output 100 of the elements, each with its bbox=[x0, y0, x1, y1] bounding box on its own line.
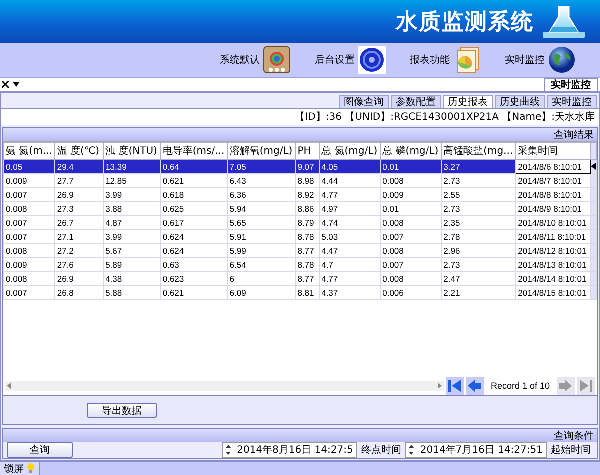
dropdown-caret-icon bbox=[13, 82, 20, 87]
column-header[interactable]: 浊 度(NTU) bbox=[103, 142, 160, 160]
table-cell: 3.88 bbox=[103, 202, 160, 216]
table-cell: 26.9 bbox=[54, 272, 104, 286]
horizontal-scrollbar[interactable] bbox=[5, 381, 444, 391]
table-cell: 4.05 bbox=[319, 160, 380, 174]
table-cell: 3.99 bbox=[103, 230, 160, 244]
table-cell: 0.624 bbox=[160, 230, 228, 244]
table-cell: 3.27 bbox=[441, 160, 516, 174]
table-cell: 4.97 bbox=[319, 202, 380, 216]
table-cell: 5.99 bbox=[227, 244, 296, 258]
column-header[interactable]: 溶解氧(mg/L) bbox=[227, 142, 296, 160]
toolbar-button[interactable]: 实时监控 bbox=[505, 46, 576, 74]
table-cell: 5.67 bbox=[103, 244, 160, 258]
section-title: 查询结果 bbox=[554, 128, 594, 142]
table-cell: 0.05 bbox=[4, 160, 55, 174]
column-header[interactable]: 高锰酸盐(mg... bbox=[441, 142, 516, 160]
table-cell: 4.74 bbox=[319, 216, 380, 230]
table-cell: 3.99 bbox=[103, 188, 160, 202]
table-cell: 0.006 bbox=[380, 286, 442, 300]
table-cell: 8.77 bbox=[295, 272, 320, 286]
table-cell: 27.3 bbox=[54, 202, 104, 216]
tab[interactable]: 历史报表 bbox=[443, 95, 493, 108]
toolbar-button[interactable]: 后台设置 bbox=[315, 46, 386, 74]
pager-button[interactable] bbox=[466, 377, 484, 395]
color-wheel-icon bbox=[263, 46, 291, 74]
field-label: 终点时间 bbox=[361, 444, 402, 457]
query-button[interactable]: 查询 bbox=[7, 442, 73, 458]
ring-icon bbox=[358, 46, 386, 74]
table-cell: 2.78 bbox=[441, 230, 516, 244]
table-cell: 8.98 bbox=[295, 174, 320, 188]
flask-icon bbox=[542, 4, 586, 38]
table-cell: 0.008 bbox=[4, 272, 55, 286]
table-cell: 0.618 bbox=[160, 188, 228, 202]
table-cell: 27.2 bbox=[54, 244, 104, 258]
column-header[interactable]: 总 磷(mg/L) bbox=[380, 142, 442, 160]
tab[interactable]: 图像查询 bbox=[339, 95, 389, 108]
table-cell: 2014/8/6 8:10:01 bbox=[516, 160, 590, 174]
document-tab[interactable]: 实时监控 bbox=[544, 78, 598, 91]
column-header[interactable]: PH bbox=[295, 142, 320, 160]
table-cell: 26.9 bbox=[54, 188, 104, 202]
export-button[interactable]: 导出数据 bbox=[87, 402, 157, 418]
table-cell: 13.39 bbox=[103, 160, 160, 174]
table-cell: 0.007 bbox=[380, 258, 442, 272]
table-cell: 27.6 bbox=[54, 258, 104, 272]
table-cell: 2014/8/10 8:10:01 bbox=[516, 216, 590, 230]
table-cell: 2014/8/14 8:10:01 bbox=[516, 272, 590, 286]
table-cell: 0.624 bbox=[160, 244, 228, 258]
tab[interactable]: 实时监控 bbox=[547, 95, 597, 108]
table-cell: 5.91 bbox=[227, 230, 296, 244]
column-header[interactable]: 氨 氮(m... bbox=[4, 142, 55, 160]
toolbar-button[interactable]: 报表功能 bbox=[410, 46, 481, 74]
globe-icon bbox=[548, 46, 576, 74]
toolbar-button[interactable]: 系统默认 bbox=[220, 46, 291, 74]
table-cell: 2014/8/11 8:10:01 bbox=[516, 230, 590, 244]
close-icon bbox=[2, 81, 9, 88]
lightbulb-icon bbox=[27, 463, 35, 474]
date-time-field[interactable]: 2014年7月16日 14:27:51 bbox=[405, 442, 547, 458]
table-cell: 0.009 bbox=[4, 258, 55, 272]
date-time-field[interactable]: 2014年8月16日 14:27:5 bbox=[222, 442, 358, 458]
table-cell: 0.007 bbox=[4, 216, 55, 230]
lock-screen-button[interactable]: 锁屏 bbox=[0, 462, 40, 475]
spinner-icon bbox=[226, 445, 232, 455]
column-header[interactable]: 总 氮(mg/L) bbox=[319, 142, 380, 160]
table-cell: 8.79 bbox=[295, 216, 320, 230]
table-cell: 2.21 bbox=[441, 286, 516, 300]
table-cell: 27.7 bbox=[54, 174, 104, 188]
tab[interactable]: 参数配置 bbox=[391, 95, 441, 108]
table-cell: 0.007 bbox=[4, 286, 55, 300]
table-cell: 0.621 bbox=[160, 174, 228, 188]
table-cell: 27.1 bbox=[54, 230, 104, 244]
column-header[interactable]: 温 度(℃) bbox=[54, 142, 104, 160]
table-cell: 6.09 bbox=[227, 286, 296, 300]
table-cell: 0.008 bbox=[4, 202, 55, 216]
table-cell: 4.38 bbox=[103, 272, 160, 286]
spinner-icon bbox=[409, 445, 414, 455]
table-cell: 2.96 bbox=[441, 244, 516, 258]
column-header[interactable]: 电导率(ms/... bbox=[160, 142, 228, 160]
table-cell: 0.01 bbox=[380, 160, 442, 174]
row-pointer-icon bbox=[591, 162, 596, 170]
scroll-arrow-icon bbox=[7, 383, 11, 389]
column-header[interactable]: 采集时间 bbox=[516, 142, 590, 160]
table-cell: 4.44 bbox=[319, 174, 380, 188]
table-cell: 2.55 bbox=[441, 188, 516, 202]
table-cell: 5.94 bbox=[227, 202, 296, 216]
table-cell: 0.625 bbox=[160, 202, 228, 216]
table-cell: 0.63 bbox=[160, 258, 228, 272]
table-cell: 0.008 bbox=[380, 216, 442, 230]
table-cell: 4.77 bbox=[319, 272, 380, 286]
table-cell: 8.77 bbox=[295, 244, 320, 258]
table-cell: 5.03 bbox=[319, 230, 380, 244]
table-cell: 5.89 bbox=[103, 258, 160, 272]
tab[interactable]: 历史曲线 bbox=[495, 95, 545, 108]
pager-button[interactable] bbox=[446, 377, 464, 395]
table-cell: 4.77 bbox=[319, 188, 380, 202]
table-cell: 12.85 bbox=[103, 174, 160, 188]
section-title: 查询条件 bbox=[554, 430, 594, 442]
table-cell: 6.43 bbox=[227, 174, 296, 188]
table-cell: 2014/8/13 8:10:01 bbox=[516, 258, 590, 272]
table-cell: 0.007 bbox=[4, 188, 55, 202]
